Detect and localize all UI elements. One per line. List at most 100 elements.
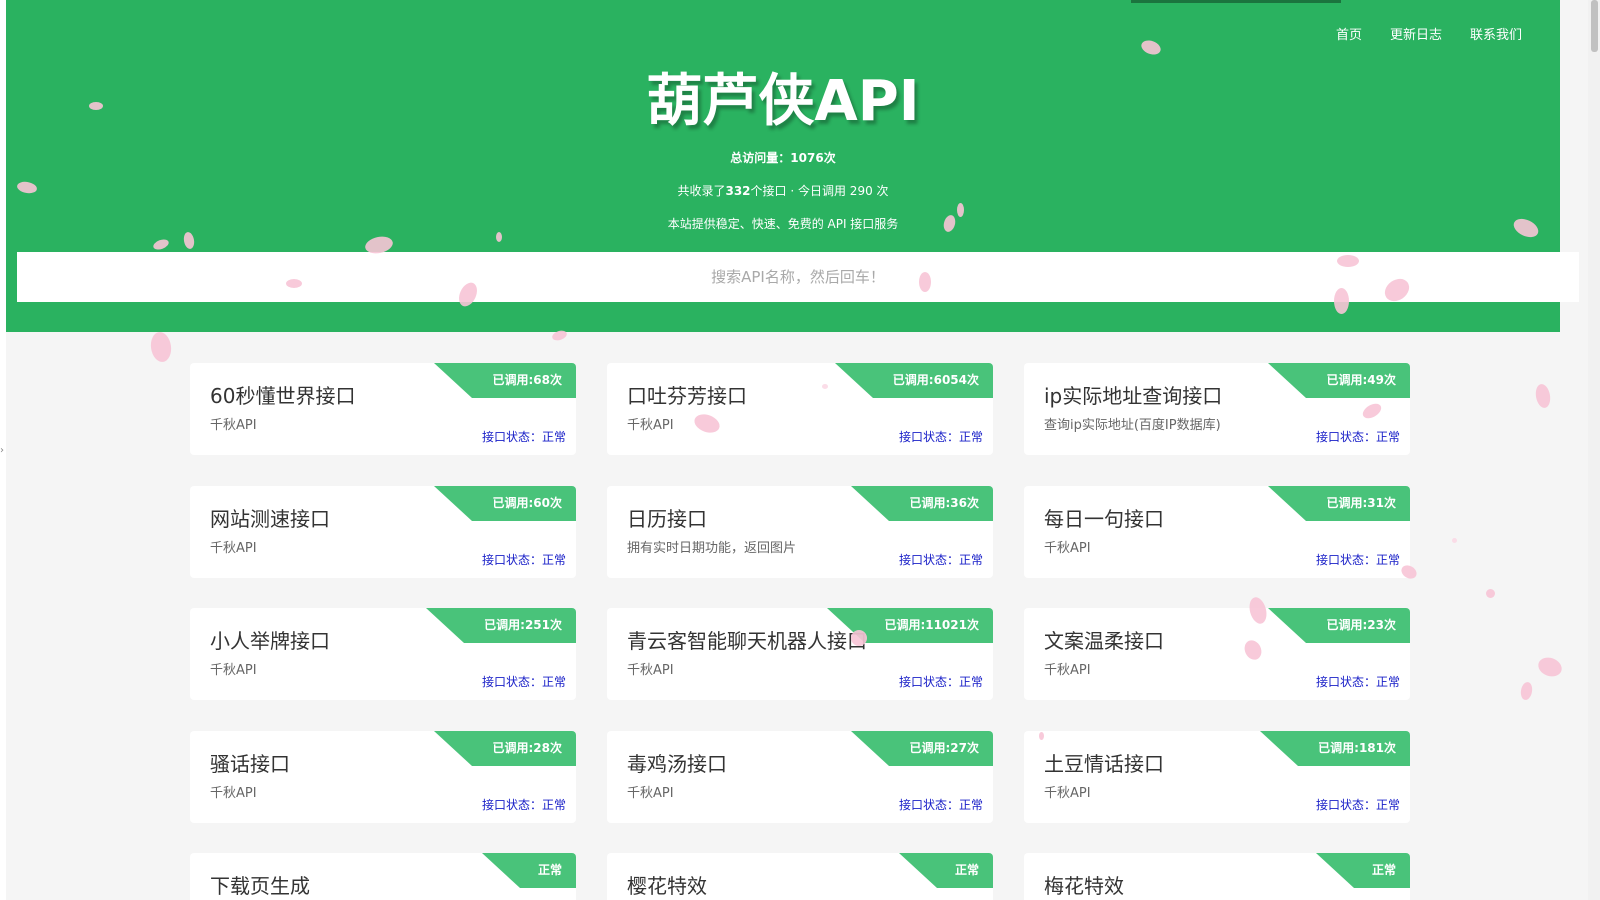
- api-card[interactable]: 已调用:28次 骚话接口 千秋API 接口状态：正常: [190, 731, 576, 823]
- site-title: 葫芦侠API: [646, 69, 920, 134]
- site-slogan: 本站提供稳定、快速、免费的 API 接口服务: [667, 217, 899, 231]
- api-card[interactable]: 正常 樱花特效: [607, 853, 993, 900]
- api-status: 接口状态：正常: [481, 553, 566, 567]
- api-status: 接口状态：正常: [1315, 430, 1400, 444]
- api-status: 接口状态：正常: [898, 798, 983, 812]
- api-card[interactable]: 已调用:60次 网站测速接口 千秋API 接口状态：正常: [190, 486, 576, 578]
- api-name: 青云客智能聊天机器人接口: [627, 629, 867, 653]
- top-shadow: [1131, 0, 1341, 3]
- petal-icon: [851, 630, 867, 646]
- call-count-badge: 已调用:251次: [426, 608, 576, 643]
- api-status: 接口状态：正常: [481, 675, 566, 689]
- api-count: 共收录了332个接口 · 今日调用 290 次: [6, 182, 1560, 199]
- api-card[interactable]: 已调用:11021次 青云客智能聊天机器人接口 千秋API 接口状态：正常: [607, 608, 993, 700]
- petal-icon: [1334, 288, 1349, 314]
- api-card[interactable]: 已调用:31次 每日一句接口 千秋API 接口状态：正常: [1024, 486, 1410, 578]
- api-name: 毒鸡汤接口: [627, 752, 727, 776]
- api-name: 梅花特效: [1044, 874, 1124, 898]
- petal-icon: [89, 102, 103, 110]
- api-name: 土豆情话接口: [1044, 752, 1164, 776]
- page: 首页 更新日志 联系我们 葫芦侠API 总访问量：1076次 共收录了332个接…: [0, 0, 1600, 900]
- visits-label: 总访问量：: [730, 151, 791, 165]
- call-count-badge: 已调用:6054次: [835, 363, 993, 398]
- api-status: 接口状态：正常: [481, 430, 566, 444]
- api-status: 接口状态：正常: [1315, 553, 1400, 567]
- api-name: 文案温柔接口: [1044, 629, 1164, 653]
- api-description: 千秋API: [210, 786, 257, 801]
- api-description: 千秋API: [627, 663, 674, 678]
- petal-icon: [1452, 538, 1457, 543]
- status-badge: 正常: [482, 853, 576, 888]
- api-name: 网站测速接口: [210, 507, 330, 531]
- api-description: 拥有实时日期功能，返回图片: [627, 541, 797, 556]
- scrollbar-thumb[interactable]: [1591, 0, 1598, 52]
- petal-icon: [822, 384, 828, 389]
- api-status: 接口状态：正常: [481, 798, 566, 812]
- api-status: 接口状态：正常: [898, 430, 983, 444]
- api-card[interactable]: 已调用:23次 文案温柔接口 千秋API 接口状态：正常: [1024, 608, 1410, 700]
- collect-count: 332: [725, 184, 751, 198]
- call-count-badge: 已调用:31次: [1268, 486, 1410, 521]
- api-card[interactable]: 已调用:251次 小人举牌接口 千秋API 接口状态：正常: [190, 608, 576, 700]
- call-count-badge: 已调用:36次: [851, 486, 993, 521]
- api-name: 小人举牌接口: [210, 629, 330, 653]
- petal-icon: [496, 232, 502, 242]
- api-description: 千秋API: [1044, 663, 1091, 678]
- call-count-badge: 已调用:49次: [1268, 363, 1410, 398]
- api-card[interactable]: 已调用:68次 60秒懂世界接口 千秋API 接口状态：正常: [190, 363, 576, 455]
- call-count-badge: 已调用:181次: [1260, 731, 1410, 766]
- call-count-badge: 已调用:68次: [434, 363, 576, 398]
- call-count-badge: 已调用:60次: [434, 486, 576, 521]
- nav-contact[interactable]: 联系我们: [1470, 24, 1522, 43]
- petal-icon: [286, 279, 302, 288]
- api-card[interactable]: 已调用:6054次 口吐芬芳接口 千秋API 接口状态：正常: [607, 363, 993, 455]
- top-nav: 首页 更新日志 联系我们: [1336, 24, 1522, 43]
- scrollbar[interactable]: [1588, 0, 1600, 900]
- status-badge: 正常: [1316, 853, 1410, 888]
- api-status: 接口状态：正常: [898, 675, 983, 689]
- call-count-badge: 已调用:28次: [434, 731, 576, 766]
- api-card[interactable]: 正常 梅花特效: [1024, 853, 1410, 900]
- api-description: 千秋API: [1044, 786, 1091, 801]
- api-status: 接口状态：正常: [898, 553, 983, 567]
- api-name: 口吐芬芳接口: [627, 384, 747, 408]
- api-card[interactable]: 已调用:181次 土豆情话接口 千秋API 接口状态：正常: [1024, 731, 1410, 823]
- petal-icon: [1486, 589, 1495, 598]
- petal-icon: [1534, 382, 1552, 410]
- collect-suffix: 个接口 · 今日调用 290 次: [750, 184, 889, 198]
- api-description: 千秋API: [627, 418, 674, 433]
- api-card[interactable]: 已调用:36次 日历接口 拥有实时日期功能，返回图片 接口状态：正常: [607, 486, 993, 578]
- api-card[interactable]: 正常 下载页生成: [190, 853, 576, 900]
- petal-icon: [149, 330, 173, 364]
- petal-icon: [919, 272, 931, 292]
- nav-changelog[interactable]: 更新日志: [1390, 24, 1442, 43]
- api-status: 接口状态：正常: [1315, 798, 1400, 812]
- status-badge: 正常: [899, 853, 993, 888]
- api-description: 千秋API: [1044, 541, 1091, 556]
- api-description: 千秋API: [210, 663, 257, 678]
- petal-icon: [1337, 255, 1359, 267]
- api-description: 千秋API: [210, 418, 257, 433]
- api-name: 日历接口: [627, 507, 707, 531]
- api-description: 查询ip实际地址(百度IP数据库): [1044, 418, 1221, 433]
- call-count-badge: 已调用:27次: [851, 731, 993, 766]
- visits-value: 1076次: [790, 151, 836, 165]
- api-name: ip实际地址查询接口: [1044, 384, 1223, 408]
- api-description: 千秋API: [210, 541, 257, 556]
- api-name: 樱花特效: [627, 874, 707, 898]
- api-card[interactable]: 已调用:27次 毒鸡汤接口 千秋API 接口状态：正常: [607, 731, 993, 823]
- api-name: 每日一句接口: [1044, 507, 1164, 531]
- api-name: 下载页生成: [210, 874, 310, 898]
- total-visits: 总访问量：1076次: [6, 149, 1560, 166]
- nav-home[interactable]: 首页: [1336, 24, 1362, 43]
- collect-prefix: 共收录了: [677, 184, 726, 198]
- api-name: 骚话接口: [210, 752, 290, 776]
- api-description: 千秋API: [627, 786, 674, 801]
- api-name: 60秒懂世界接口: [210, 384, 356, 408]
- api-card[interactable]: 已调用:49次 ip实际地址查询接口 查询ip实际地址(百度IP数据库) 接口状…: [1024, 363, 1410, 455]
- api-status: 接口状态：正常: [1315, 675, 1400, 689]
- petal-icon: [957, 203, 964, 217]
- petal-icon: [1519, 681, 1534, 701]
- call-count-badge: 已调用:23次: [1268, 608, 1410, 643]
- collapse-arrow-icon[interactable]: ›: [0, 445, 4, 456]
